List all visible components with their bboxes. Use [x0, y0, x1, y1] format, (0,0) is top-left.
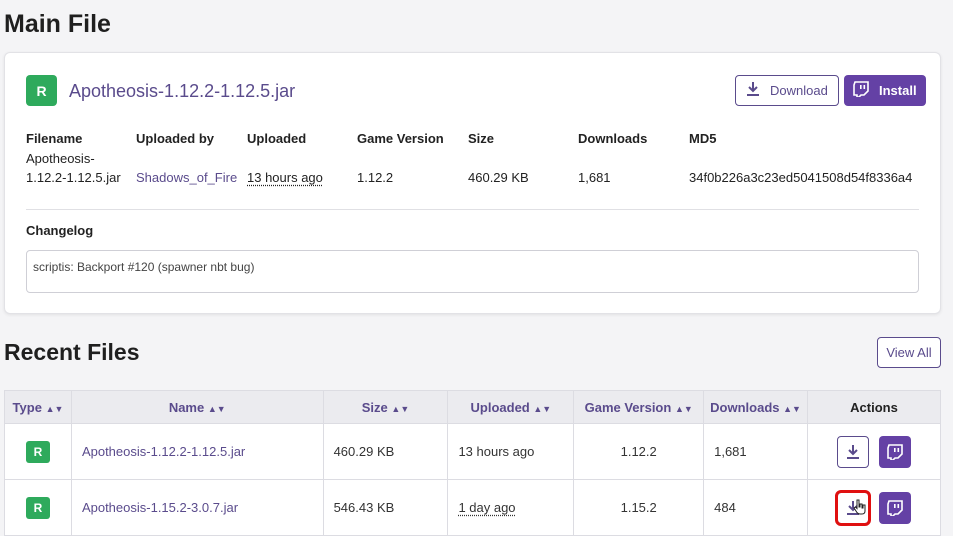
- col-size[interactable]: Size ▲▼: [322, 390, 449, 424]
- actions-cell: [807, 479, 941, 536]
- recent-files-heading: Recent Files: [4, 339, 140, 365]
- download-icon: [847, 444, 860, 459]
- size-value: 460.29 KB: [468, 170, 529, 185]
- col-actions: Actions: [807, 390, 941, 424]
- main-file-heading: Main File: [4, 10, 111, 38]
- downloads-cell: 484: [703, 479, 809, 536]
- filename-header: Filename: [26, 131, 83, 146]
- download-label: Download: [770, 83, 828, 98]
- game-version-value: 1.12.2: [357, 170, 394, 185]
- uploaded-value: 1 day ago: [458, 500, 516, 515]
- main-file-card: R Apotheosis-1.12.2-1.12.5.jar Download …: [4, 52, 941, 314]
- type-cell: R: [4, 479, 72, 536]
- twitch-icon: [887, 443, 903, 460]
- row-download-button[interactable]: [835, 489, 872, 526]
- divider: [26, 209, 919, 210]
- install-button[interactable]: Install: [844, 75, 926, 106]
- col-downloads[interactable]: Downloads ▲▼: [703, 390, 809, 424]
- downloads-header: Downloads: [578, 131, 648, 146]
- row-download-button[interactable]: [837, 435, 870, 468]
- game-version-cell: 1.12.2: [573, 423, 705, 480]
- changelog-heading: Changelog: [26, 223, 94, 238]
- sort-icon: ▲▼: [45, 403, 64, 414]
- sort-icon: ▲▼: [391, 403, 410, 414]
- md5-value: 34f0b226a3c23ed5041508d54f8336a4: [689, 170, 913, 185]
- uploaded-value: 13 hours ago: [247, 170, 323, 185]
- name-cell[interactable]: Apotheosis-1.15.2-3.0.7.jar: [70, 479, 324, 536]
- release-type-badge: R: [25, 440, 50, 463]
- uploader-link[interactable]: Shadows_of_Fire: [136, 168, 237, 187]
- uploaded-cell: 1 day ago: [447, 479, 575, 536]
- table-header-row: Type ▲▼ Name ▲▼ Size ▲▼ Uploaded ▲▼ Game…: [4, 390, 941, 424]
- twitch-icon: [887, 499, 903, 516]
- sort-icon: ▲▼: [207, 403, 226, 414]
- col-name[interactable]: Name ▲▼: [70, 390, 324, 424]
- downloads-cell: 1,681: [703, 423, 809, 480]
- file-name-link[interactable]: Apotheosis-1.15.2-3.0.7.jar: [82, 500, 238, 515]
- table-row: R Apotheosis-1.12.2-1.12.5.jar 460.29 KB…: [4, 423, 941, 480]
- col-type[interactable]: Type ▲▼: [4, 390, 72, 424]
- name-cell[interactable]: Apotheosis-1.12.2-1.12.5.jar: [70, 423, 324, 480]
- recent-files-table: Type ▲▼ Name ▲▼ Size ▲▼ Uploaded ▲▼ Game…: [4, 390, 941, 536]
- release-type-badge: R: [25, 496, 50, 519]
- download-button[interactable]: Download: [735, 75, 839, 106]
- filename-line-1: Apotheosis-: [26, 151, 95, 166]
- filename-line-2: 1.12.2-1.12.5.jar: [26, 170, 121, 185]
- row-install-button[interactable]: [879, 435, 912, 468]
- actions-cell: [807, 423, 941, 480]
- uploaded-header: Uploaded: [247, 131, 307, 146]
- view-all-button[interactable]: View All: [877, 337, 941, 368]
- size-cell: 460.29 KB: [322, 423, 449, 480]
- size-header: Size: [468, 131, 495, 146]
- md5-header: MD5: [689, 131, 717, 146]
- cursor-hand-icon: [853, 499, 866, 514]
- release-type-badge: R: [26, 75, 57, 106]
- download-icon: [746, 81, 760, 100]
- filename-value: Apotheosis- 1.12.2-1.12.5.jar: [26, 149, 121, 187]
- main-file-name[interactable]: Apotheosis-1.12.2-1.12.5.jar: [69, 81, 295, 102]
- install-label: Install: [879, 83, 917, 98]
- changelog-text: scriptis: Backport #120 (spawner nbt bug…: [33, 260, 255, 274]
- size-cell: 546.43 KB: [322, 479, 449, 536]
- game-version-header: Game Version: [357, 131, 444, 146]
- table-row: R Apotheosis-1.15.2-3.0.7.jar 546.43 KB …: [4, 479, 941, 536]
- twitch-icon: [853, 81, 869, 100]
- downloads-value: 1,681: [578, 170, 611, 185]
- changelog-box: scriptis: Backport #120 (spawner nbt bug…: [26, 250, 919, 293]
- col-game-version[interactable]: Game Version ▲▼: [573, 390, 705, 424]
- col-uploaded[interactable]: Uploaded ▲▼: [447, 390, 575, 424]
- sort-icon: ▲▼: [674, 403, 693, 414]
- uploaded-cell: 13 hours ago: [447, 423, 575, 480]
- game-version-cell: 1.15.2: [573, 479, 705, 536]
- sort-icon: ▲▼: [533, 403, 552, 414]
- row-install-button[interactable]: [879, 491, 912, 524]
- type-cell: R: [4, 423, 72, 480]
- uploaded-by-header: Uploaded by: [136, 131, 215, 146]
- file-name-link[interactable]: Apotheosis-1.12.2-1.12.5.jar: [82, 444, 245, 459]
- sort-icon: ▲▼: [783, 403, 801, 414]
